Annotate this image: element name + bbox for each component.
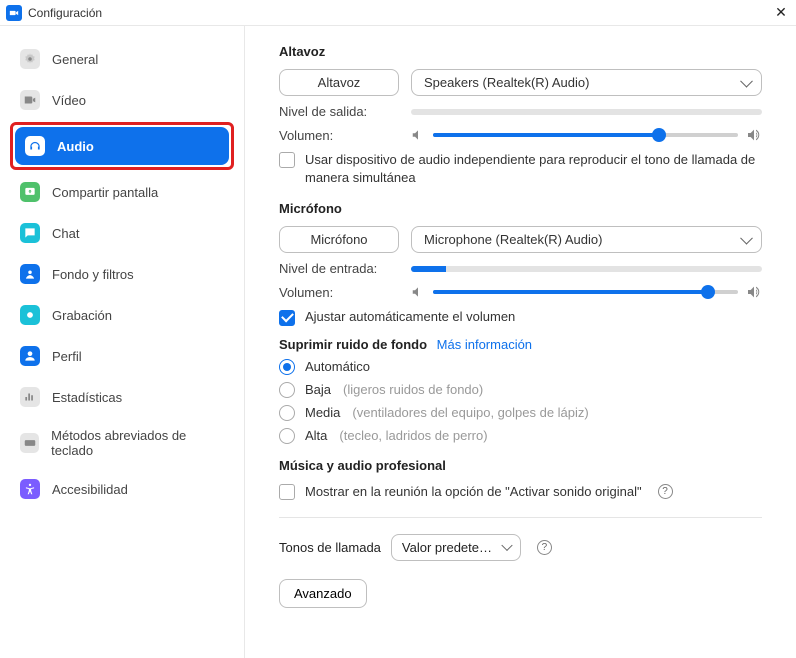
close-button[interactable]: ✕ bbox=[772, 4, 790, 22]
speaker-heading: Altavoz bbox=[279, 44, 762, 59]
sidebar-item-general[interactable]: General bbox=[10, 40, 234, 78]
original-sound-label: Mostrar en la reunión la opción de "Acti… bbox=[305, 483, 642, 501]
accessibility-icon bbox=[20, 479, 40, 499]
noise-option-medium[interactable]: Media (ventiladores del equipo, golpes d… bbox=[279, 405, 762, 421]
sidebar-item-recording[interactable]: Grabación bbox=[10, 296, 234, 334]
highlight-annotation: Audio bbox=[10, 122, 234, 170]
keyboard-icon bbox=[20, 433, 39, 453]
noise-option-low[interactable]: Baja (ligeros ruidos de fondo) bbox=[279, 382, 762, 398]
output-level-meter bbox=[411, 109, 762, 115]
test-mic-button[interactable]: Micrófono bbox=[279, 226, 399, 253]
mic-volume-slider[interactable] bbox=[433, 290, 738, 294]
sidebar-item-label: Perfil bbox=[52, 349, 82, 364]
original-sound-checkbox[interactable] bbox=[279, 484, 295, 500]
input-level-meter bbox=[411, 266, 762, 272]
sidebar-item-label: Accesibilidad bbox=[52, 482, 128, 497]
window-title: Configuración bbox=[28, 6, 772, 20]
headphones-icon bbox=[25, 136, 45, 156]
radio-icon bbox=[279, 382, 295, 398]
gear-icon bbox=[20, 49, 40, 69]
divider bbox=[279, 517, 762, 518]
help-icon[interactable]: ? bbox=[658, 484, 673, 499]
output-level-label: Nivel de salida: bbox=[279, 104, 399, 119]
speaker-high-icon bbox=[746, 127, 762, 143]
advanced-button[interactable]: Avanzado bbox=[279, 579, 367, 608]
speaker-high-icon bbox=[746, 284, 762, 300]
ringtone-select[interactable]: Valor predete… bbox=[391, 534, 521, 561]
radio-icon bbox=[279, 359, 295, 375]
sidebar: General Vídeo Audio Compartir pantalla C… bbox=[0, 26, 245, 658]
chat-icon bbox=[20, 223, 40, 243]
sidebar-item-background[interactable]: Fondo y filtros bbox=[10, 255, 234, 293]
help-icon[interactable]: ? bbox=[537, 540, 552, 555]
sidebar-item-statistics[interactable]: Estadísticas bbox=[10, 378, 234, 416]
noise-option-high[interactable]: Alta (tecleo, ladridos de perro) bbox=[279, 428, 762, 444]
sidebar-item-label: Vídeo bbox=[52, 93, 86, 108]
noise-heading: Suprimir ruido de fondo bbox=[279, 337, 427, 352]
input-level-label: Nivel de entrada: bbox=[279, 261, 399, 276]
radio-hint: (ligeros ruidos de fondo) bbox=[343, 382, 483, 397]
sidebar-item-share-screen[interactable]: Compartir pantalla bbox=[10, 173, 234, 211]
auto-adjust-volume-checkbox[interactable] bbox=[279, 310, 295, 326]
radio-label: Media bbox=[305, 405, 340, 420]
speaker-low-icon bbox=[411, 128, 425, 142]
noise-option-auto[interactable]: Automático bbox=[279, 359, 762, 375]
speaker-low-icon bbox=[411, 285, 425, 299]
sidebar-item-profile[interactable]: Perfil bbox=[10, 337, 234, 375]
radio-hint: (tecleo, ladridos de perro) bbox=[339, 428, 487, 443]
radio-hint: (ventiladores del equipo, golpes de lápi… bbox=[352, 405, 588, 420]
app-icon bbox=[6, 5, 22, 21]
radio-label: Baja bbox=[305, 382, 331, 397]
separate-ring-device-checkbox[interactable] bbox=[279, 152, 295, 168]
ringtone-label: Tonos de llamada bbox=[279, 540, 381, 555]
mic-volume-label: Volumen: bbox=[279, 285, 399, 300]
auto-adjust-volume-label: Ajustar automáticamente el volumen bbox=[305, 308, 515, 326]
sidebar-item-label: Chat bbox=[52, 226, 79, 241]
sidebar-item-label: Fondo y filtros bbox=[52, 267, 134, 282]
content-panel: Altavoz Altavoz Speakers (Realtek(R) Aud… bbox=[245, 26, 796, 658]
recording-icon bbox=[20, 305, 40, 325]
sidebar-item-label: General bbox=[52, 52, 98, 67]
sidebar-item-label: Estadísticas bbox=[52, 390, 122, 405]
speaker-volume-label: Volumen: bbox=[279, 128, 399, 143]
sidebar-item-label: Grabación bbox=[52, 308, 112, 323]
mic-device-select[interactable]: Microphone (Realtek(R) Audio) bbox=[411, 226, 762, 253]
video-icon bbox=[20, 90, 40, 110]
test-speaker-button[interactable]: Altavoz bbox=[279, 69, 399, 96]
sidebar-item-audio[interactable]: Audio bbox=[15, 127, 229, 165]
statistics-icon bbox=[20, 387, 40, 407]
titlebar: Configuración ✕ bbox=[0, 0, 796, 26]
speaker-volume-slider[interactable] bbox=[433, 133, 738, 137]
sidebar-item-video[interactable]: Vídeo bbox=[10, 81, 234, 119]
radio-label: Automático bbox=[305, 359, 370, 374]
share-screen-icon bbox=[20, 182, 40, 202]
radio-icon bbox=[279, 428, 295, 444]
sidebar-item-label: Métodos abreviados de teclado bbox=[51, 428, 224, 458]
sidebar-item-chat[interactable]: Chat bbox=[10, 214, 234, 252]
profile-icon bbox=[20, 346, 40, 366]
background-icon bbox=[20, 264, 40, 284]
speaker-device-select[interactable]: Speakers (Realtek(R) Audio) bbox=[411, 69, 762, 96]
sidebar-item-label: Audio bbox=[57, 139, 94, 154]
noise-more-info-link[interactable]: Más información bbox=[437, 337, 532, 352]
radio-icon bbox=[279, 405, 295, 421]
sidebar-item-keyboard[interactable]: Métodos abreviados de teclado bbox=[10, 419, 234, 467]
sidebar-item-label: Compartir pantalla bbox=[52, 185, 158, 200]
sidebar-item-accessibility[interactable]: Accesibilidad bbox=[10, 470, 234, 508]
mic-heading: Micrófono bbox=[279, 201, 762, 216]
radio-label: Alta bbox=[305, 428, 327, 443]
separate-ring-device-label: Usar dispositivo de audio independiente … bbox=[305, 151, 762, 187]
pro-audio-heading: Música y audio profesional bbox=[279, 458, 762, 473]
